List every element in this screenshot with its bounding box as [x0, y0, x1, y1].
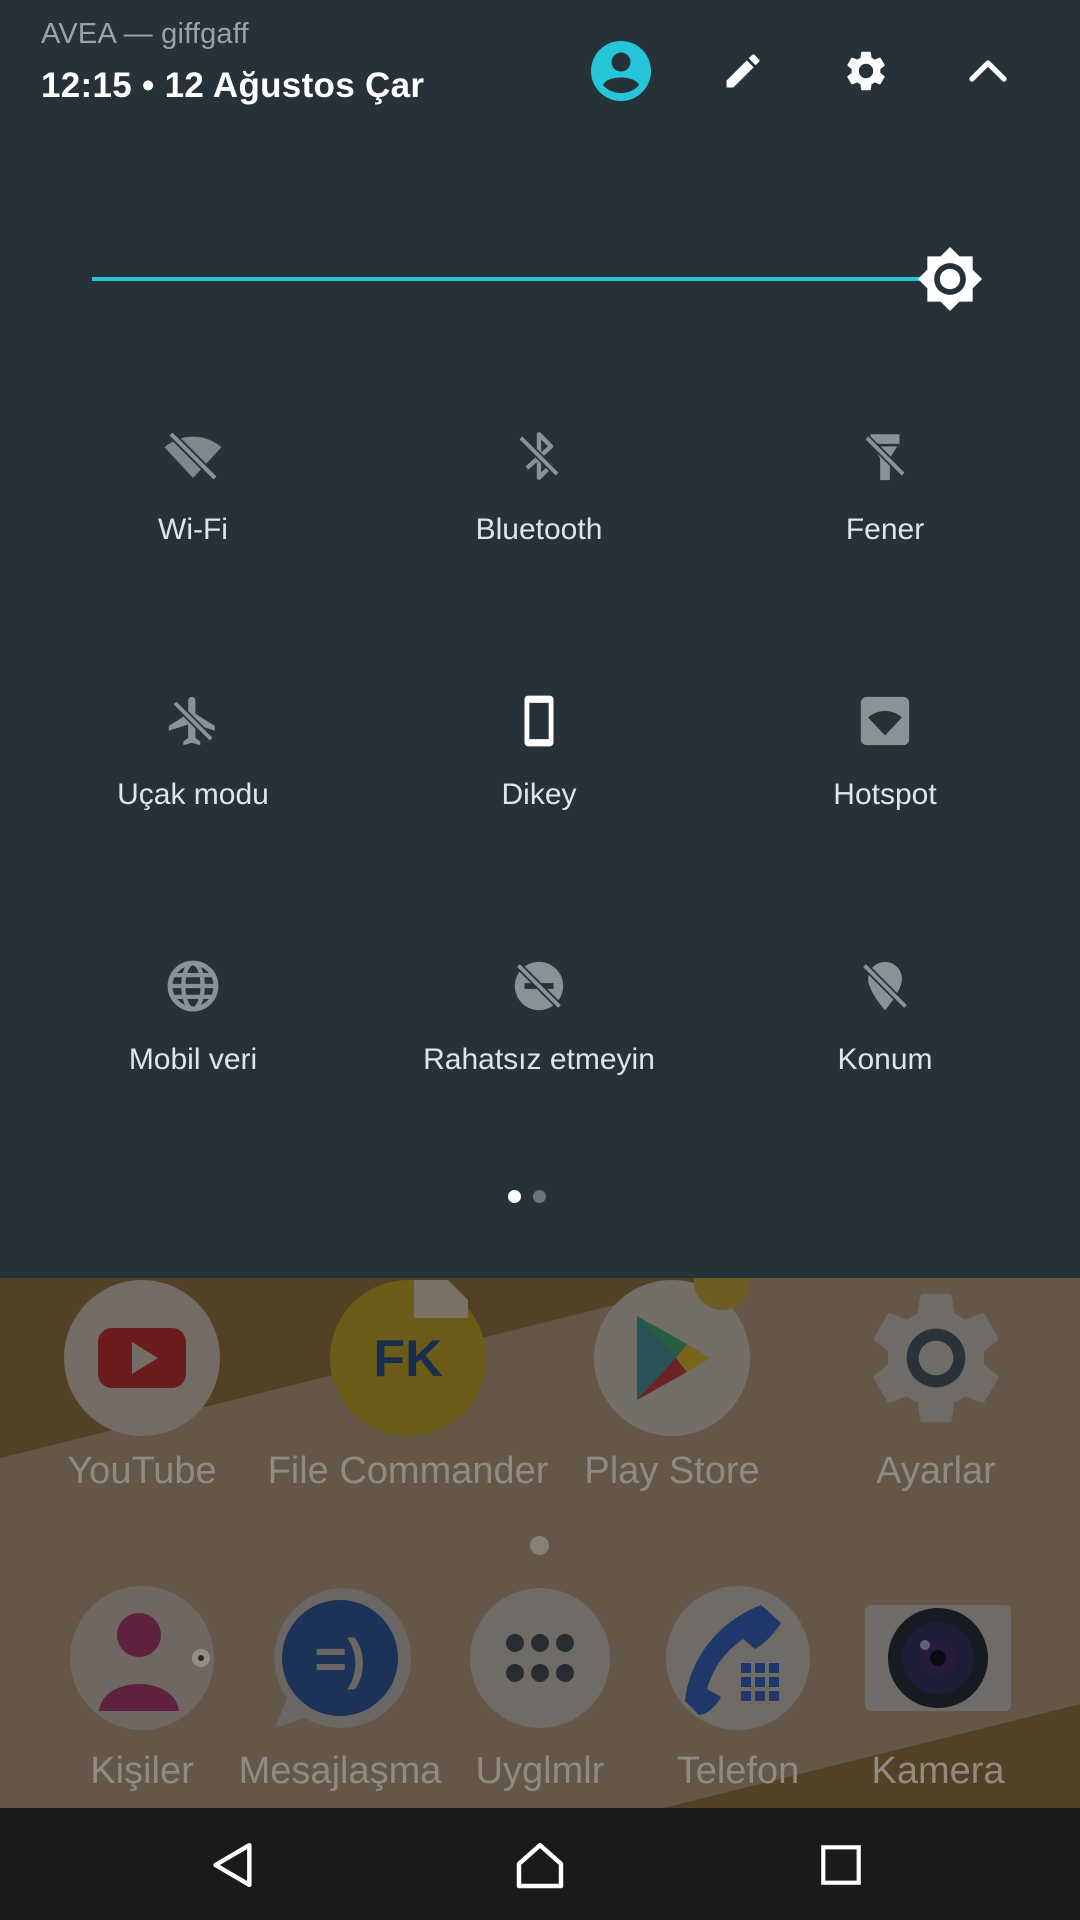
chevron-up-icon: [969, 60, 1007, 82]
settings-button[interactable]: [831, 36, 901, 106]
flashlight-off-icon: [863, 434, 907, 481]
wifi-off-icon: [164, 430, 222, 482]
airplane-off-icon: [168, 696, 215, 746]
tile-label: Dikey: [501, 778, 577, 811]
tile-label: Rahatsız etmeyin: [423, 1043, 655, 1076]
tile-portrait[interactable]: Dikey: [369, 686, 709, 886]
globe-icon: [167, 960, 219, 1012]
page-dot-active: [508, 1190, 521, 1203]
location-off-icon: [860, 961, 910, 1011]
user-button[interactable]: [586, 36, 656, 106]
recents-icon: [821, 1845, 861, 1885]
tile-hotspot[interactable]: Hotspot: [715, 686, 1055, 886]
page-dot: [533, 1190, 546, 1203]
settings-icon: [847, 51, 885, 91]
back-icon: [213, 1842, 252, 1888]
navigation-bar: [0, 1808, 1080, 1920]
tile-bluetooth[interactable]: Bluetooth: [369, 421, 709, 621]
page-indicator: [508, 1190, 546, 1203]
tile-wifi[interactable]: Wi-Fi: [23, 421, 363, 621]
hotspot-icon: [860, 696, 910, 746]
tile-label: Bluetooth: [475, 513, 603, 546]
brightness-thumb[interactable]: [914, 243, 986, 315]
edit-icon: [726, 54, 760, 88]
brightness-track: [92, 277, 950, 281]
carrier-name: AVEA — giffgaff: [41, 18, 249, 50]
brightness-slider[interactable]: [92, 240, 987, 320]
tile-do-not-disturb[interactable]: Rahatsız etmeyin: [369, 951, 709, 1151]
tile-label: Uçak modu: [117, 778, 269, 811]
tile-label: Konum: [837, 1043, 933, 1076]
edit-button[interactable]: [708, 36, 778, 106]
back-button[interactable]: [198, 1830, 268, 1900]
home-icon: [516, 1842, 564, 1889]
tile-mobile-data[interactable]: Mobil veri: [23, 951, 363, 1151]
collapse-button[interactable]: [953, 36, 1023, 106]
user-icon: [591, 41, 651, 101]
dim-scrim: [0, 1278, 1080, 1808]
tile-location[interactable]: Konum: [715, 951, 1055, 1151]
tile-label: Mobil veri: [128, 1043, 258, 1076]
do-not-disturb-off-icon: [514, 961, 564, 1011]
quick-settings-panel: AVEA — giffgaff 12:15 • 12 Ağustos Çar W…: [0, 0, 1080, 1278]
tile-flashlight[interactable]: Fener: [715, 421, 1055, 621]
brightness-icon: [917, 246, 983, 312]
bluetooth-off-icon: [517, 432, 561, 480]
home-button[interactable]: [505, 1830, 575, 1900]
tile-label: Wi-Fi: [158, 513, 228, 546]
recents-button[interactable]: [806, 1830, 876, 1900]
tile-airplane-mode[interactable]: Uçak modu: [23, 686, 363, 886]
portrait-phone-icon: [524, 695, 554, 747]
tile-label: Hotspot: [833, 778, 937, 811]
date-time: 12:15 • 12 Ağustos Çar: [41, 66, 425, 105]
tile-label: Fener: [845, 513, 925, 546]
home-screen-background: YouTube FK File Commander Play Store Aya…: [0, 1278, 1080, 1808]
